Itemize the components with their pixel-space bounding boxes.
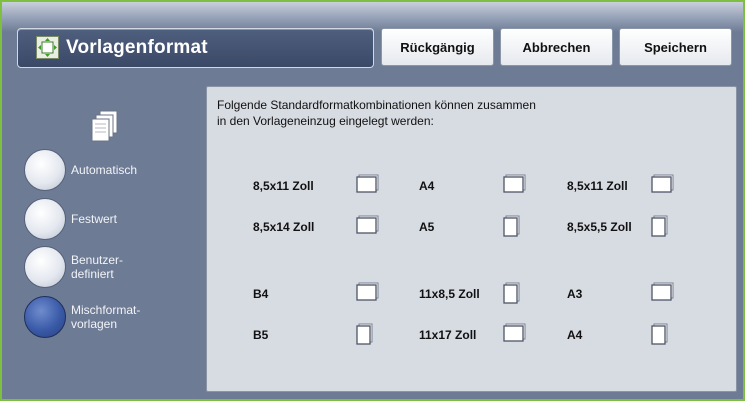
cancel-button[interactable]: Abbrechen <box>500 28 613 66</box>
paper-portrait-icon <box>503 282 520 304</box>
radio-auto[interactable] <box>24 149 66 191</box>
format-label: B4 <box>253 287 269 301</box>
paper-portrait-icon <box>503 215 520 237</box>
radio-label-line: Festwert <box>71 212 118 226</box>
radio-label-line: vorlagen <box>71 317 118 331</box>
paper-landscape-icon <box>356 282 379 301</box>
format-label: B5 <box>253 328 269 342</box>
radio-label-line: Mischformat- <box>71 303 141 317</box>
format-label: 11x8,5 Zoll <box>419 287 480 301</box>
radio-custom[interactable] <box>24 246 66 288</box>
format-label: A5 <box>419 220 435 234</box>
format-label: 11x17 Zoll <box>419 328 477 342</box>
radio-label-line: Benutzer- <box>71 253 124 267</box>
original-size-icon <box>36 36 59 59</box>
paper-landscape-icon <box>503 174 526 193</box>
paper-portrait-icon <box>356 323 373 345</box>
format-label: A3 <box>567 287 583 301</box>
title-bar: Vorlagenformat Rückgängig Abbrechen Spei… <box>2 2 743 81</box>
radio-label-line: definiert <box>71 267 114 281</box>
intro-line: Folgende Standardformatkombinationen kön… <box>217 98 536 112</box>
paper-landscape-icon <box>356 215 379 234</box>
save-button[interactable]: Speichern <box>619 28 732 66</box>
format-label: 8,5x11 Zoll <box>567 179 628 193</box>
mixed-originals-panel: Folgende Standardformatkombinationen kön… <box>206 86 737 392</box>
page-title: Vorlagenformat <box>66 37 208 58</box>
window-frame: Vorlagenformat Rückgängig Abbrechen Spei… <box>0 0 745 401</box>
intro-text: Folgende Standardformatkombinationen kön… <box>217 97 637 129</box>
radio-mixed[interactable] <box>24 296 66 338</box>
paper-landscape-icon <box>651 282 674 301</box>
title-box: Vorlagenformat <box>17 28 374 68</box>
paper-portrait-icon <box>651 215 668 237</box>
format-label: 8,5x5,5 Zoll <box>567 220 632 234</box>
radio-auto-label[interactable]: Automatisch <box>71 163 137 177</box>
intro-line: in den Vorlageneinzug eingelegt werden: <box>217 114 434 128</box>
paper-landscape-icon <box>503 323 526 342</box>
document-stack-icon <box>91 110 118 142</box>
format-label: 8,5x14 Zoll <box>253 220 315 234</box>
paper-landscape-icon <box>356 174 379 193</box>
paper-landscape-icon <box>651 174 674 193</box>
radio-custom-label[interactable]: Benutzer-definiert <box>71 253 123 281</box>
format-label: A4 <box>567 328 583 342</box>
radio-label-line: Automatisch <box>71 163 138 177</box>
format-label: 8,5x11 Zoll <box>253 179 314 193</box>
radio-fixed-label[interactable]: Festwert <box>71 212 117 226</box>
undo-button[interactable]: Rückgängig <box>381 28 494 66</box>
paper-portrait-icon <box>651 323 668 345</box>
radio-mixed-label[interactable]: Mischformat-vorlagen <box>71 303 140 331</box>
format-label: A4 <box>419 179 435 193</box>
radio-fixed[interactable] <box>24 198 66 240</box>
